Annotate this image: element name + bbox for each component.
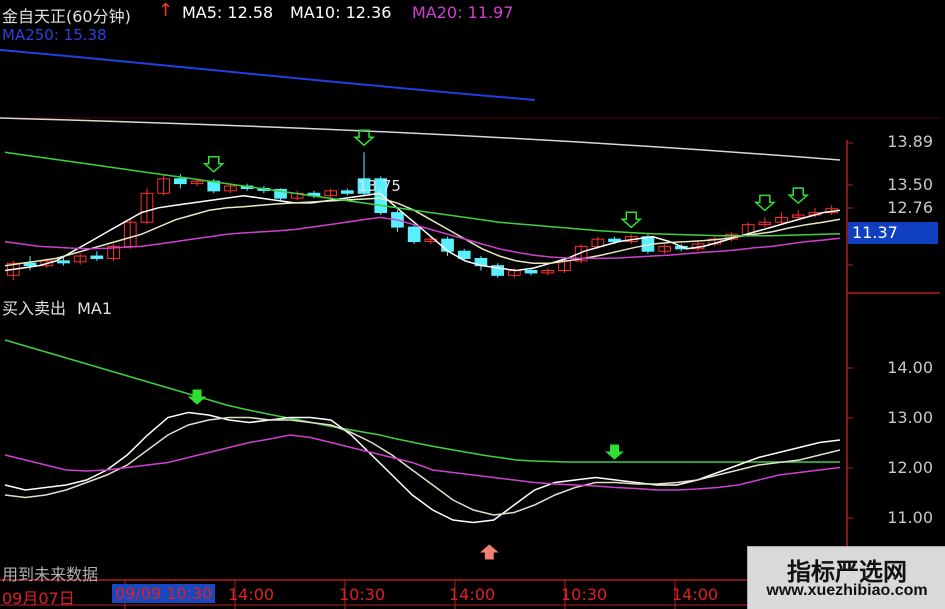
indicator-name: 买入卖出: [2, 299, 67, 318]
time-label-0: 09月07日: [2, 589, 75, 608]
stock-title: 金自天正(60分钟): [2, 7, 131, 26]
candle-body-26: [441, 238, 454, 252]
current-price-badge: 11.37: [848, 222, 938, 244]
time-label-4: 14:00: [449, 585, 496, 604]
candle-body-31: [524, 270, 538, 274]
chart-window: 金自天正(60分钟) ↑ MA5: 12.58 MA10: 12.36 MA20…: [0, 0, 945, 609]
indicator-sell-arrow-1: [605, 444, 624, 460]
peak-price-label: 13.75: [358, 177, 401, 195]
time-label-6: 14:00: [672, 585, 719, 604]
indicator-buy-arrow-2: [479, 544, 499, 560]
indicator-axis-label-14: 14.00: [887, 358, 933, 377]
ma-long-line: [0, 117, 841, 161]
sell-signal-arrow-1: [353, 129, 376, 147]
indicator-title: 买入卖出 MA1: [2, 295, 112, 319]
candle-body-10: [174, 178, 187, 185]
time-cursor-label[interactable]: 09/09 10:30: [112, 584, 216, 603]
time-label-5: 10:30: [561, 585, 608, 604]
sell-signal-arrow-2: [620, 211, 643, 229]
future-data-note: 用到未来数据: [2, 565, 99, 584]
indicator-sell-arrow-0: [187, 389, 207, 405]
watermark: 指标严选网 www.xuezhibiao.com: [747, 546, 945, 609]
indicator-axis-label-13: 13.00: [887, 408, 933, 427]
watermark-url: www.xuezhibiao.com: [766, 582, 928, 599]
price-axis-label-low: 12.76: [887, 198, 933, 217]
ma250-label: MA250: 15.38: [2, 26, 107, 44]
ma5-label: MA5: 12.58: [182, 3, 274, 22]
indicator-series-0: [4, 339, 840, 463]
candle-body-20: [341, 190, 354, 194]
time-label-2: 14:00: [228, 585, 275, 604]
sell-signal-arrow-4: [787, 187, 810, 205]
sell-signal-arrow-3: [753, 194, 776, 212]
candle-body-1: [23, 262, 37, 267]
ma10-label: MA10: 12.36: [290, 3, 392, 22]
up-arrow-icon: ↑: [158, 0, 174, 21]
candle-body-5: [90, 255, 104, 259]
indicator-axis-label-12: 12.00: [887, 458, 933, 477]
ma20-label: MA20: 11.97: [412, 3, 514, 22]
sell-signal-arrow-0: [202, 156, 225, 173]
price-axis-label-top: 13.89: [887, 132, 933, 151]
time-label-3: 10:30: [339, 585, 386, 604]
indicator-axis-label-11: 11.00: [887, 508, 933, 527]
candle-body-24: [407, 226, 421, 243]
price-axis-label-mid: 13.50: [887, 175, 933, 194]
chart-canvas: [0, 49, 940, 609]
candle-body-3: [57, 260, 70, 264]
indicator-ma-name: MA1: [77, 299, 113, 318]
ma250-line: [0, 49, 536, 101]
